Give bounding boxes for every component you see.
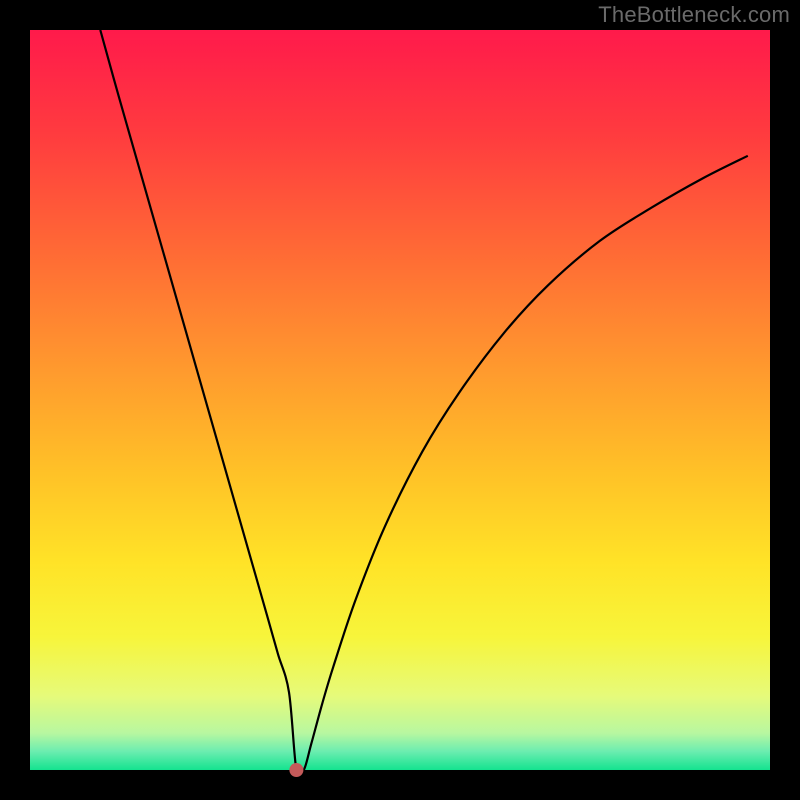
bottleneck-chart bbox=[0, 0, 800, 800]
optimal-point-marker bbox=[289, 763, 303, 777]
watermark-text: TheBottleneck.com bbox=[598, 2, 790, 28]
chart-plot-area bbox=[30, 30, 770, 770]
chart-root: TheBottleneck.com bbox=[0, 0, 800, 800]
